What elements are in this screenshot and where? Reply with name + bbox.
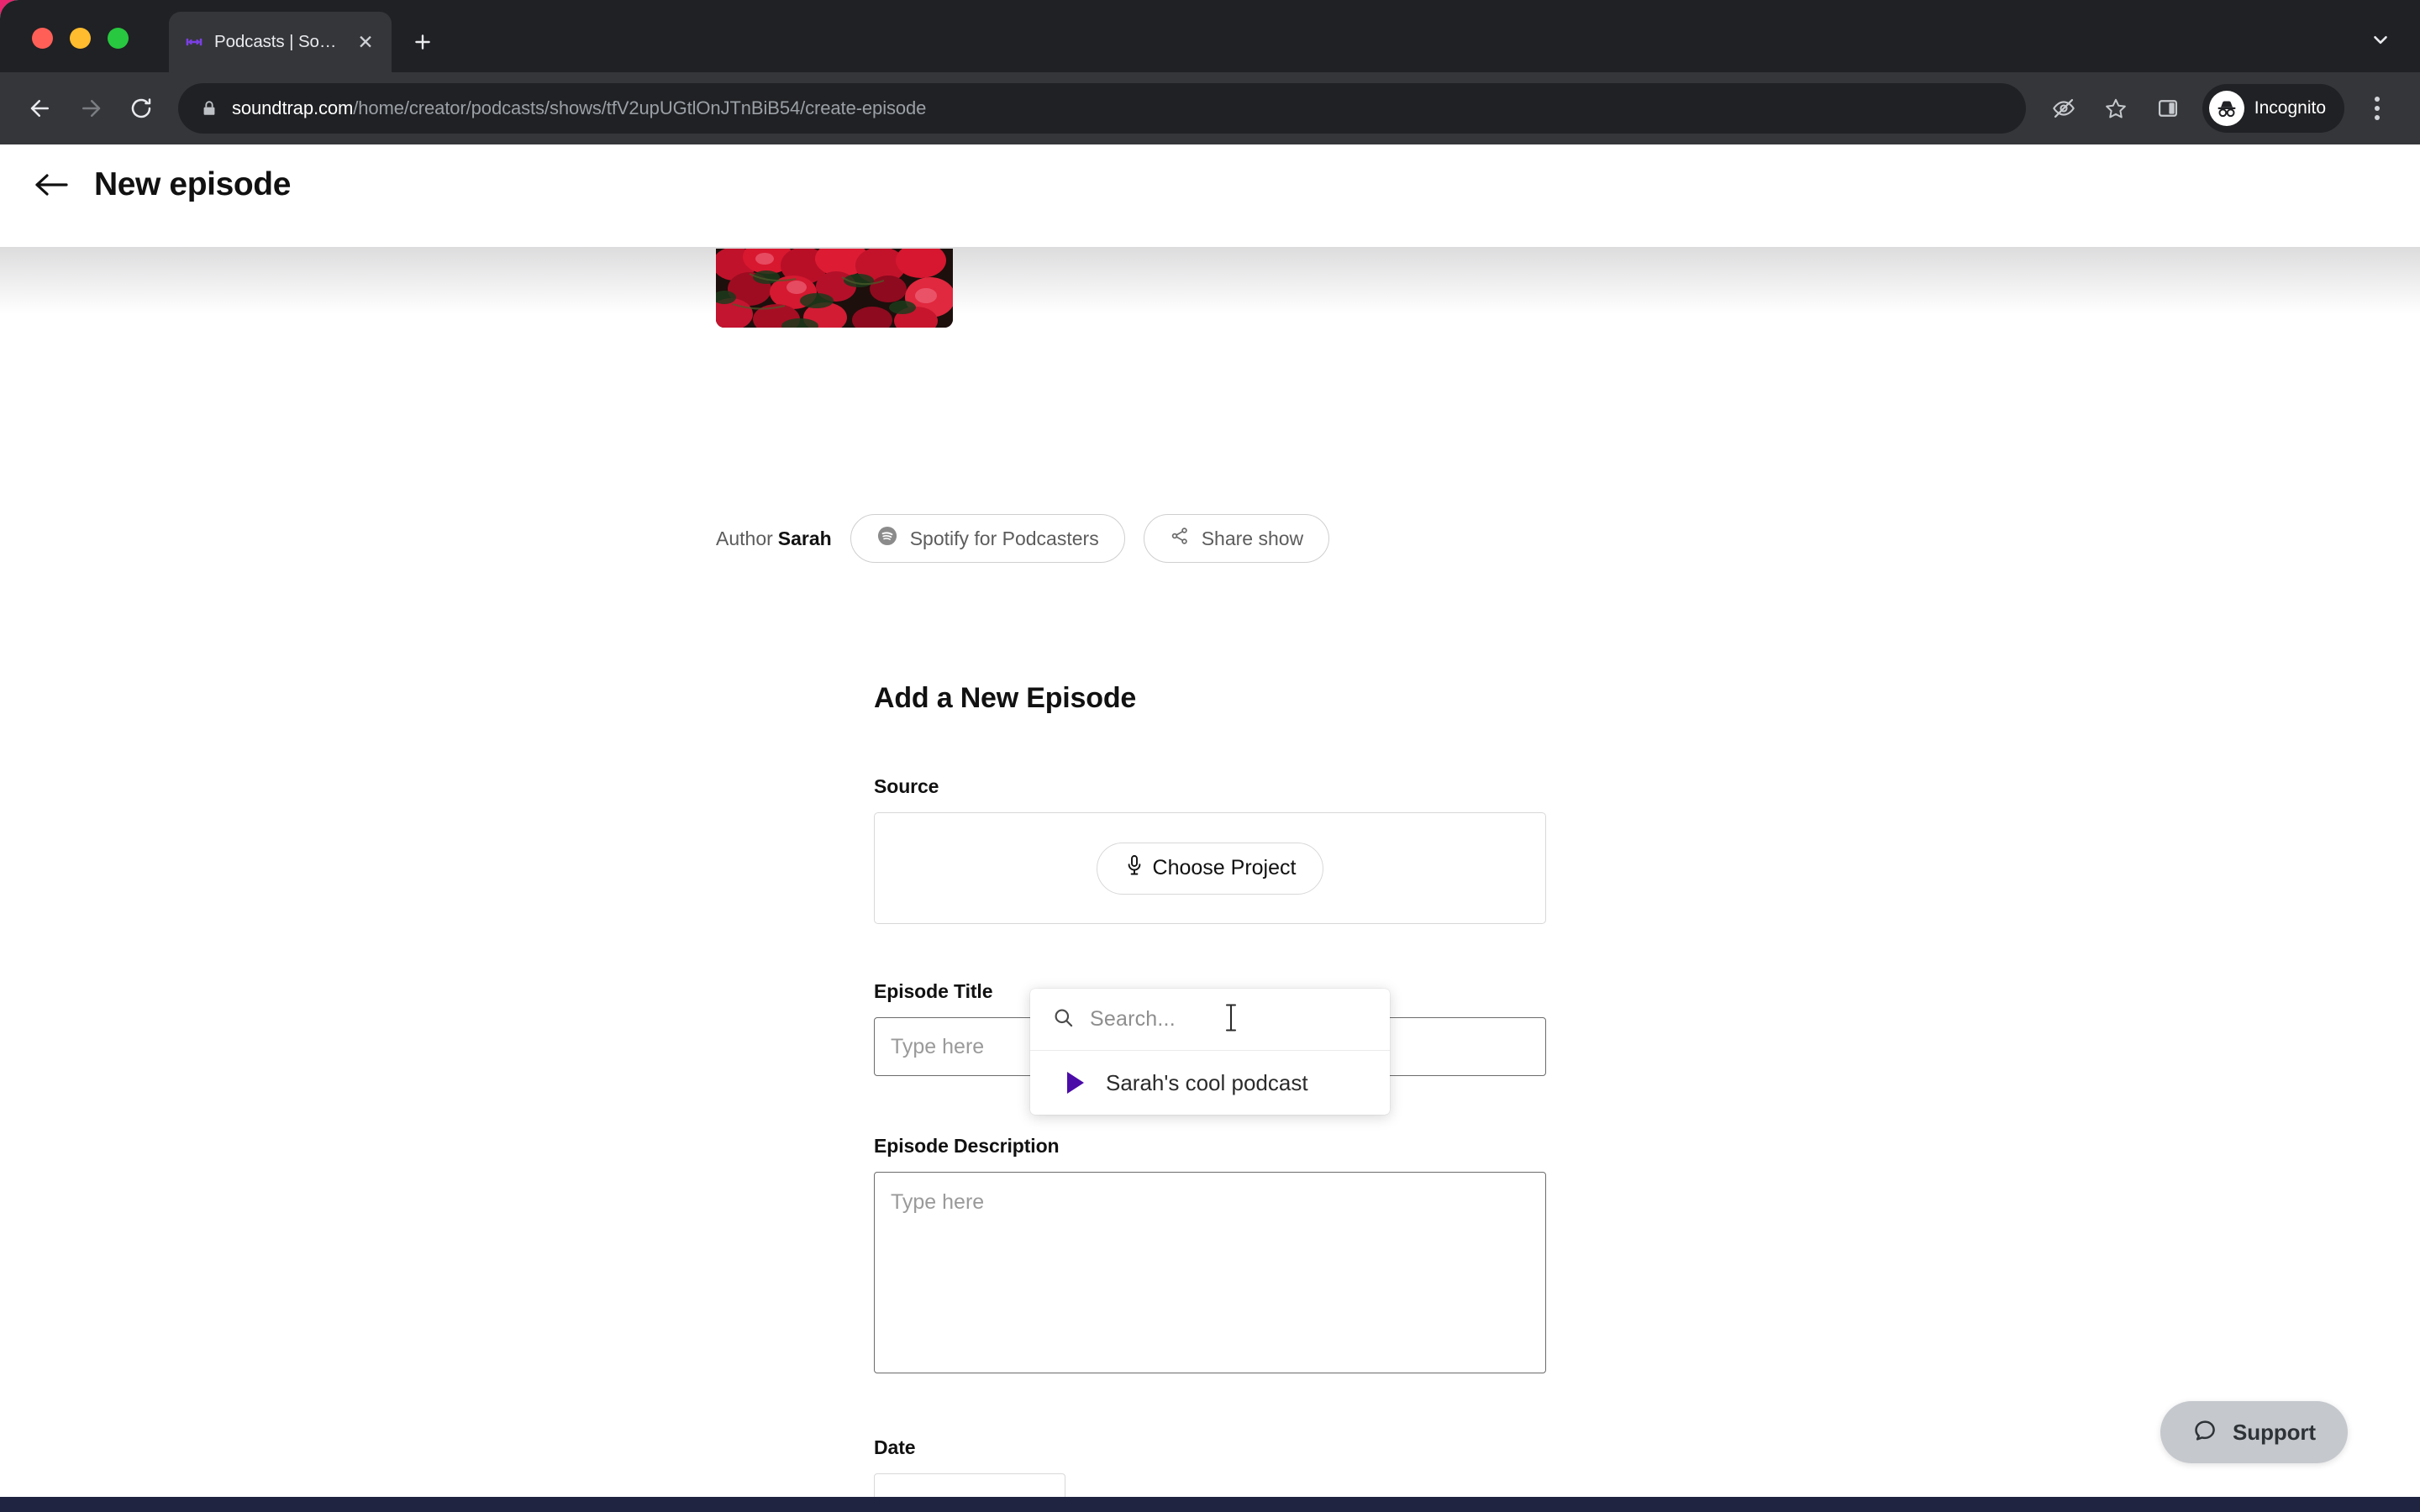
browser-toolbar: soundtrap.com/home/creator/podcasts/show… (0, 72, 2420, 144)
show-banner-band (0, 247, 2420, 314)
eye-slash-icon[interactable] (2039, 84, 2088, 133)
page-content: New episode Author Sarah Spotify for Pod… (0, 144, 2420, 1512)
search-icon (1052, 1006, 1075, 1033)
close-window-button[interactable] (32, 28, 53, 49)
window-traffic-lights (32, 28, 129, 49)
address-bar-url: soundtrap.com/home/creator/podcasts/show… (232, 97, 926, 119)
episode-description-input[interactable] (874, 1172, 1546, 1373)
back-button[interactable] (15, 83, 66, 134)
share-show-button[interactable]: Share show (1143, 514, 1330, 563)
back-arrow-icon[interactable] (32, 165, 71, 204)
url-path: /home/creator/podcasts/shows/tfV2upUGtlO… (353, 97, 927, 118)
support-label: Support (2233, 1419, 2316, 1445)
new-tab-button[interactable] (403, 23, 442, 61)
author-name: Sarah (777, 527, 832, 549)
show-author: Author Sarah (716, 528, 832, 550)
spotify-button-label: Spotify for Podcasters (909, 527, 1099, 549)
support-widget-button[interactable]: Support (2160, 1401, 2348, 1463)
forward-button[interactable] (66, 83, 116, 134)
tab-title: Podcasts | Soundtrap (214, 32, 343, 51)
url-domain: soundtrap.com (232, 97, 354, 118)
incognito-avatar-icon (2208, 91, 2244, 126)
address-bar[interactable]: soundtrap.com/home/creator/podcasts/show… (178, 83, 2026, 134)
project-search-row[interactable]: Search... (1030, 989, 1390, 1051)
microphone-icon (1124, 853, 1144, 883)
star-bookmark-icon[interactable] (2091, 84, 2140, 133)
project-item-label: Sarah's cool podcast (1106, 1069, 1308, 1095)
maximize-window-button[interactable] (108, 28, 129, 49)
choose-project-label: Choose Project (1152, 856, 1297, 879)
side-panel-icon[interactable] (2144, 84, 2192, 133)
profile-incognito-button[interactable]: Incognito (2202, 84, 2344, 133)
minimize-window-button[interactable] (70, 28, 91, 49)
source-dropzone[interactable]: Choose Project (874, 812, 1546, 924)
spotify-for-podcasters-button[interactable]: Spotify for Podcasters (850, 514, 1125, 563)
close-tab-icon[interactable]: ✕ (353, 29, 378, 55)
share-button-label: Share show (1201, 527, 1304, 549)
profile-label: Incognito (2254, 98, 2326, 118)
lock-icon (200, 99, 218, 118)
text-cursor-icon (1223, 1003, 1239, 1036)
browser-window: Podcasts | Soundtrap ✕ (0, 0, 2420, 1512)
project-picker-dropdown: Search... Sarah's cool podcast (1030, 989, 1390, 1115)
spotify-icon (876, 525, 898, 552)
play-triangle-icon (1067, 1072, 1084, 1094)
browser-tab[interactable]: Podcasts | Soundtrap ✕ (169, 12, 392, 72)
author-label: Author (716, 527, 773, 549)
source-label: Source (874, 775, 939, 797)
reload-button[interactable] (116, 83, 166, 134)
three-dot-menu-icon[interactable] (2354, 84, 2400, 133)
page-header: New episode (0, 144, 2420, 225)
tab-strip: Podcasts | Soundtrap ✕ (0, 0, 2420, 72)
share-icon (1170, 526, 1190, 551)
chat-bubble-icon (2192, 1418, 2217, 1447)
toolbar-actions: Incognito (2039, 84, 2400, 133)
form-heading: Add a New Episode (874, 682, 1137, 714)
project-list-item[interactable]: Sarah's cool podcast (1030, 1051, 1390, 1115)
episode-description-label: Episode Description (874, 1135, 1060, 1157)
choose-project-button[interactable]: Choose Project (1096, 842, 1324, 895)
project-search-placeholder: Search... (1090, 1007, 1176, 1031)
page-title: New episode (94, 166, 291, 202)
bottom-status-bar (0, 1497, 2420, 1512)
soundtrap-favicon (184, 32, 204, 52)
date-label: Date (874, 1436, 916, 1458)
show-cover-image (716, 249, 953, 328)
show-meta-row: Author Sarah Spotify for Podcasters Shar… (716, 514, 1330, 563)
tab-search-chevron-down-icon[interactable] (2361, 20, 2400, 59)
